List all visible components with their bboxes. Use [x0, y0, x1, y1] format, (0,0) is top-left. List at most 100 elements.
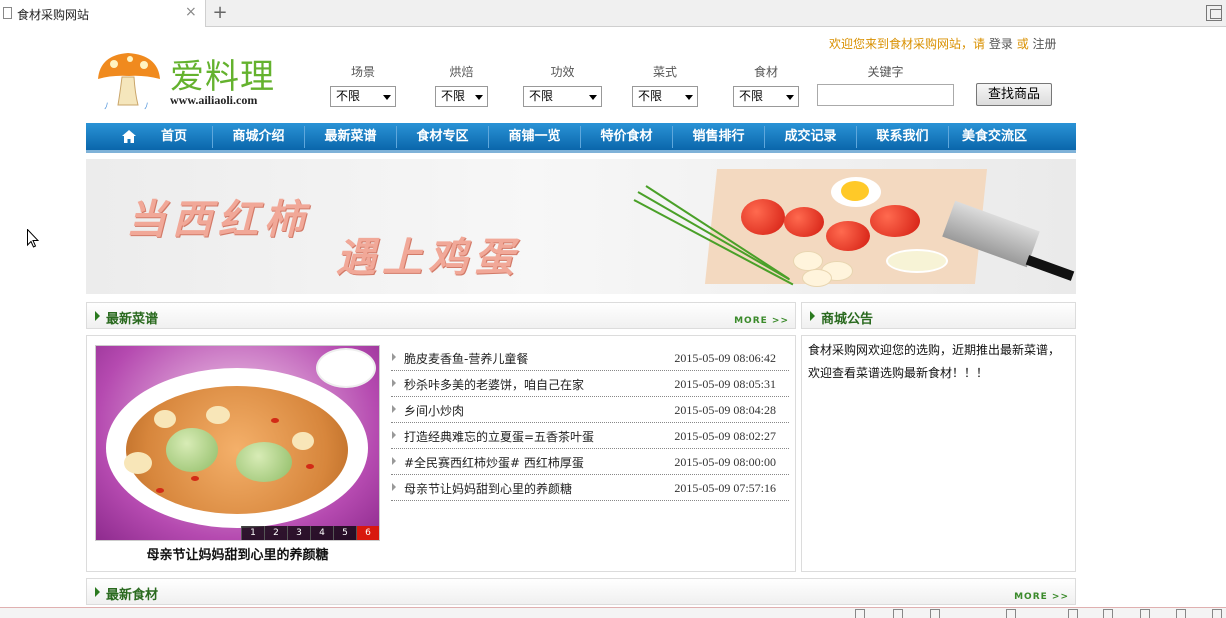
dropdown-arrow-icon: [685, 95, 693, 100]
panel-title: 最新菜谱: [106, 312, 159, 327]
search-button[interactable]: 查找商品: [976, 83, 1052, 106]
nav-item-shops[interactable]: 商铺一览: [489, 123, 580, 150]
nav-item-contact[interactable]: 联系我们: [857, 123, 948, 150]
recipe-date: 2015-05-09 08:02:27: [674, 429, 776, 443]
close-tab-icon[interactable]: ×: [185, 4, 197, 20]
browser-status-bar: [0, 607, 1226, 618]
triangle-bullet-icon: [392, 405, 396, 413]
nav-item-ranking[interactable]: 销售排行: [673, 123, 764, 150]
home-icon: [122, 130, 136, 143]
filter-dish-style: 菜式 不限: [632, 63, 698, 107]
pager-button[interactable]: 4: [310, 526, 333, 540]
nut-image: [292, 432, 314, 450]
filter-keyword: 关键字: [817, 63, 954, 86]
rice-ball-image: [236, 442, 292, 482]
tomato-image: [870, 205, 920, 237]
status-icon: [1068, 609, 1078, 618]
baking-select[interactable]: 不限: [435, 86, 488, 107]
rice-ball-image: [166, 428, 218, 472]
filter-label: 食材: [753, 65, 778, 79]
status-icon: [893, 609, 903, 618]
list-item[interactable]: #全民赛西红柿炒蛋# 西红柿厚蛋 2015-05-09 08:00:00: [391, 449, 789, 475]
featured-recipe-image[interactable]: 1 2 3 4 5 6: [95, 345, 380, 541]
nav-item-home[interactable]: 首页: [146, 123, 202, 150]
logo-url: www.ailiaoli.com: [170, 93, 258, 107]
nav-item-specials[interactable]: 特价食材: [581, 123, 672, 150]
egg-image: [793, 251, 823, 271]
list-item[interactable]: 秒杀咔多美的老婆饼，咱自己在家 2015-05-09 08:05:31: [391, 371, 789, 397]
pager-button[interactable]: 1: [241, 526, 264, 540]
list-item[interactable]: 打造经典难忘的立夏蛋=五香茶叶蛋 2015-05-09 08:02:27: [391, 423, 789, 449]
effect-select[interactable]: 不限: [523, 86, 602, 107]
goji-berry-image: [156, 488, 164, 493]
cup-image: [316, 348, 376, 388]
notice-panel-header: 商城公告: [801, 302, 1076, 329]
triangle-bullet-icon: [392, 379, 396, 387]
filter-ingredient: 食材 不限: [733, 63, 799, 107]
nav-item-about[interactable]: 商城介绍: [213, 123, 304, 150]
new-tab-button[interactable]: +: [208, 1, 232, 25]
welcome-text: 欢迎您来到食材采购网站，请: [829, 37, 986, 51]
slideshow-pager: 1 2 3 4 5 6: [241, 526, 379, 540]
dropdown-arrow-icon: [383, 95, 391, 100]
ingredient-select[interactable]: 不限: [733, 86, 799, 107]
status-icon: [1176, 609, 1186, 618]
filter-label: 关键字: [867, 65, 904, 79]
dropdown-arrow-icon: [475, 95, 483, 100]
nav-item-forum[interactable]: 美食交流区: [949, 123, 1040, 150]
scene-select[interactable]: 不限: [330, 86, 396, 107]
pager-button-active[interactable]: 6: [356, 526, 379, 540]
pager-button[interactable]: 2: [264, 526, 287, 540]
egg-image: [802, 269, 832, 287]
goji-berry-image: [271, 418, 279, 423]
notice-text: 食材采购网欢迎您的选购，近期推出最新菜谱，欢迎查看菜谱选购最新食材！！！: [808, 343, 1061, 380]
recipe-date: 2015-05-09 08:04:28: [674, 403, 776, 417]
restore-window-icon[interactable]: [1206, 5, 1222, 21]
page-icon: [3, 7, 12, 19]
triangle-bullet-icon: [392, 457, 396, 465]
more-link[interactable]: MORE >>: [734, 316, 789, 326]
login-link[interactable]: 登录: [989, 37, 1013, 51]
recipe-date: 2015-05-09 07:57:16: [674, 481, 776, 495]
browser-tab-bar: 食材采购网站 × +: [0, 0, 1226, 27]
logo-text: 爱料理: [170, 57, 275, 97]
recipe-title[interactable]: #全民赛西红柿炒蛋# 西红柿厚蛋: [404, 454, 584, 471]
nav-item-transactions[interactable]: 成交记录: [765, 123, 856, 150]
keyword-input[interactable]: [817, 84, 954, 106]
site-logo[interactable]: ﾉ ﾉ 爱料理 www.ailiaoli.com: [94, 49, 279, 111]
recipe-date: 2015-05-09 08:00:00: [674, 455, 776, 469]
recipe-title[interactable]: 秒杀咔多美的老婆饼，咱自己在家: [404, 376, 584, 393]
promo-banner[interactable]: 当西红柿 遇上鸡蛋: [86, 159, 1076, 294]
list-item[interactable]: 母亲节让妈妈甜到心里的养颜糖 2015-05-09 07:57:16: [391, 475, 789, 501]
register-link[interactable]: 注册: [1033, 37, 1057, 51]
more-link[interactable]: MORE >>: [1014, 592, 1069, 602]
pager-button[interactable]: 5: [333, 526, 356, 540]
knife-handle-image: [1025, 255, 1075, 281]
recipe-title[interactable]: 乡间小炒肉: [404, 402, 464, 419]
recipe-title[interactable]: 打造经典难忘的立夏蛋=五香茶叶蛋: [404, 428, 594, 445]
banner-line-1: 当西红柿: [126, 196, 310, 243]
list-item[interactable]: 脆皮麦香鱼-营养儿童餐 2015-05-09 08:06:42: [391, 345, 789, 371]
goji-berry-image: [191, 476, 199, 481]
browser-tab[interactable]: 食材采购网站 ×: [0, 0, 206, 27]
recipes-panel-header: 最新菜谱 MORE >>: [86, 302, 796, 329]
pager-button[interactable]: 3: [287, 526, 310, 540]
status-icon: [930, 609, 940, 618]
featured-recipe-caption[interactable]: 母亲节让妈妈甜到心里的养颜糖: [95, 544, 380, 563]
filter-label: 功效: [550, 65, 575, 79]
nav-item-recipes[interactable]: 最新菜谱: [305, 123, 396, 150]
triangle-bullet-icon: [392, 483, 396, 491]
triangle-bullet-icon: [392, 431, 396, 439]
recipe-title[interactable]: 母亲节让妈妈甜到心里的养颜糖: [404, 480, 572, 497]
mushroom-logo-icon: ﾉ ﾉ: [98, 53, 160, 111]
egg-yolk-image: [841, 181, 869, 201]
dish-style-select[interactable]: 不限: [632, 86, 698, 107]
triangle-bullet-icon: [95, 311, 100, 321]
main-nav: 首页 商城介绍 最新菜谱 食材专区 商铺一览 特价食材 销售排行 成交记录 联系…: [86, 123, 1076, 153]
nav-item-ingredients[interactable]: 食材专区: [397, 123, 488, 150]
tomato-image: [741, 199, 785, 235]
tomato-image: [826, 221, 870, 251]
triangle-bullet-icon: [392, 353, 396, 361]
recipe-title[interactable]: 脆皮麦香鱼-营养儿童餐: [404, 350, 528, 367]
list-item[interactable]: 乡间小炒肉 2015-05-09 08:04:28: [391, 397, 789, 423]
